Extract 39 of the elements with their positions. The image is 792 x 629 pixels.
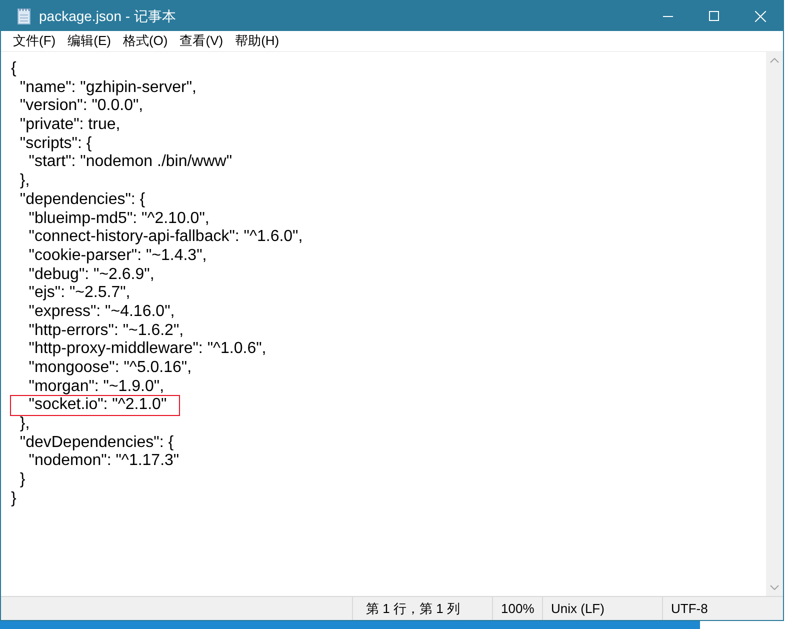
code-line: "cookie-parser": "~1.4.3", (28, 246, 207, 266)
menu-item[interactable]: 查看(V) (174, 31, 230, 51)
code-line: "scripts": { (18, 134, 92, 154)
line-ending: Unix (LF) (543, 597, 663, 620)
zoom-level: 100% (493, 597, 543, 620)
code-line: "debug": "~2.6.9", (28, 266, 154, 284)
code-line: } (11, 490, 16, 508)
menu-item[interactable]: 编辑(E) (62, 31, 117, 51)
scroll-down-icon (770, 585, 779, 590)
window-title: package.json - 记事本 (39, 6, 176, 26)
code-line: "version": "0.0.0", (18, 97, 144, 116)
code-line: { (11, 60, 16, 79)
code-line: "private": true, (18, 116, 120, 135)
menu-item[interactable]: 帮助(H) (229, 31, 286, 51)
cursor-position: 第 1 行，第 1 列 (353, 597, 493, 620)
code-line: "dependencies": { (18, 190, 146, 210)
code-line: "nodemon": "^1.17.3" (28, 452, 180, 472)
code-line: "http-proxy-middleware": "^1.0.6", (28, 340, 266, 359)
code-line: "mongoose": "^5.0.16", (28, 359, 192, 378)
code-line: "socket.io": "^2.1.0" (11, 396, 179, 416)
code-line: } (18, 471, 26, 490)
notepad-icon (17, 7, 31, 25)
encoding: UTF-8 (670, 600, 708, 618)
code-line: "devDependencies": { (18, 434, 174, 452)
code-line: }, (18, 415, 30, 434)
code-line: "connect-history-api-fallback": "^1.6.0", (28, 228, 303, 247)
maximize-icon (709, 11, 719, 21)
code-line: }, (18, 172, 30, 191)
code-line: "http-errors": "~1.6.2", (28, 322, 184, 340)
menu-item[interactable]: 格式(O) (116, 31, 174, 51)
code-line: "ejs": "~2.5.7", (28, 284, 130, 303)
code-line: "name": "gzhipin-server", (18, 78, 196, 98)
code-line: "express": "~4.16.0", (28, 302, 175, 322)
close-icon (754, 10, 766, 22)
code-line: "blueimp-md5": "^2.10.0", (28, 210, 210, 228)
code-line: "morgan": "~1.9.0", (28, 378, 164, 396)
menu-item[interactable]: 文件(F) (7, 31, 62, 51)
code-line: "start": "nodemon ./bin/www" (28, 153, 232, 172)
scroll-up-icon (770, 58, 779, 63)
